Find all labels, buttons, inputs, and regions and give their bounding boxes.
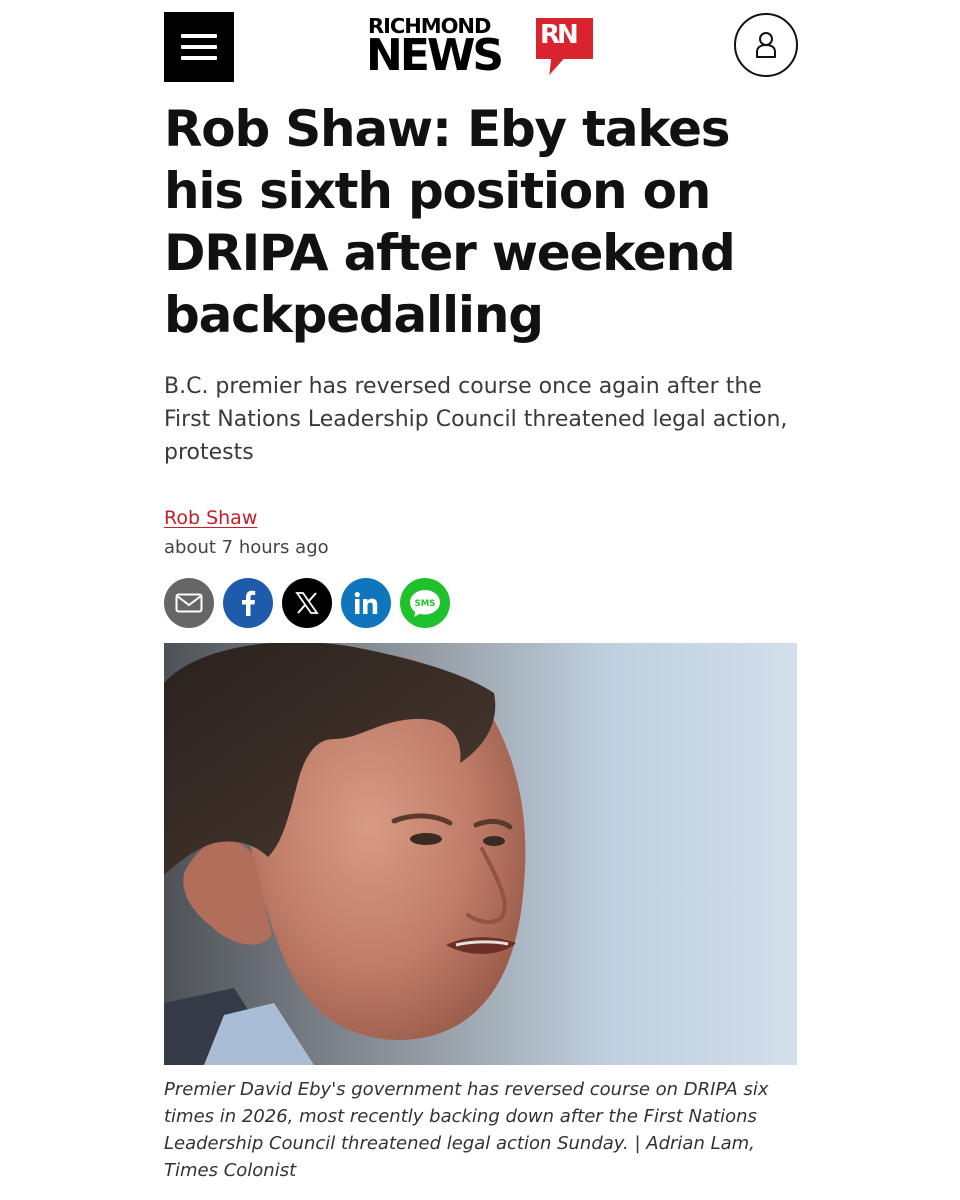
site-logo[interactable]: RICHMOND NEWS RN — [366, 14, 598, 80]
hamburger-menu-icon[interactable] — [164, 12, 234, 82]
share-buttons: SMS — [164, 578, 450, 628]
logo-word-news: NEWS — [366, 30, 504, 81]
site-header: RICHMOND NEWS RN — [0, 0, 960, 96]
author-link[interactable]: Rob Shaw — [164, 505, 257, 531]
x-logo-icon — [295, 592, 319, 614]
linkedin-icon — [354, 592, 378, 614]
user-account-icon[interactable] — [734, 13, 798, 77]
envelope-icon — [175, 593, 203, 613]
menu-bar — [181, 34, 217, 38]
article-dek: B.C. premier has reversed course once ag… — [164, 374, 788, 465]
sms-bubble-icon: SMS — [410, 590, 440, 617]
facebook-icon — [242, 590, 256, 616]
photo-caption: Premier David Eby's government has rever… — [164, 1079, 769, 1181]
share-facebook-button[interactable] — [223, 578, 273, 628]
sms-label: SMS — [415, 599, 436, 609]
share-linkedin-button[interactable] — [341, 578, 391, 628]
share-x-button[interactable] — [282, 578, 332, 628]
article-photo — [164, 643, 797, 1065]
article-headline: Rob Shaw: Eby takes his sixth position o… — [164, 100, 736, 344]
share-email-button[interactable] — [164, 578, 214, 628]
premier-portrait-image — [164, 643, 797, 1065]
person-outline-icon — [756, 32, 776, 58]
menu-bar — [181, 45, 217, 49]
publish-time: about 7 hours ago — [164, 537, 329, 558]
menu-bar — [181, 56, 217, 60]
share-sms-button[interactable]: SMS — [400, 578, 450, 628]
logo-mark-text: RN — [540, 20, 579, 50]
